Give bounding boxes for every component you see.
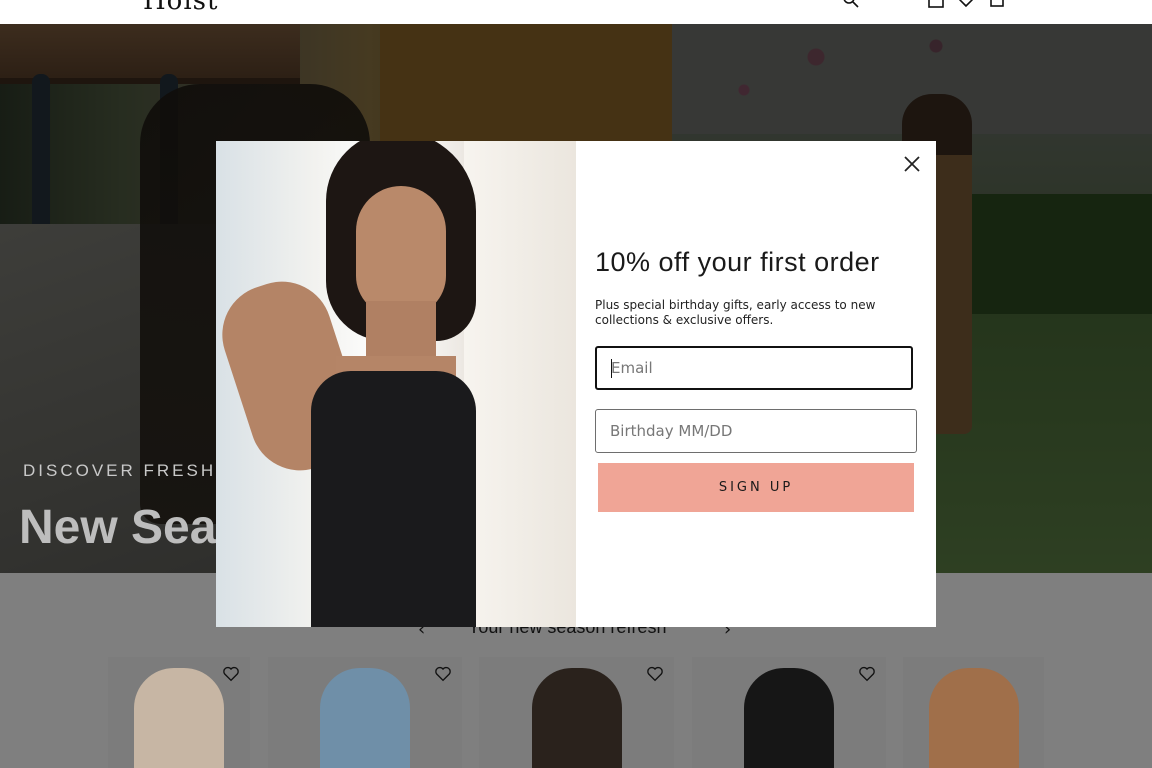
search-icon[interactable] bbox=[843, 0, 859, 8]
modal-title: 10% off your first order bbox=[595, 247, 880, 277]
signup-button[interactable]: SIGN UP bbox=[598, 463, 914, 512]
product-card[interactable] bbox=[692, 657, 886, 768]
model-face-graphic bbox=[356, 186, 446, 316]
modal-image bbox=[216, 141, 576, 627]
heart-icon[interactable] bbox=[646, 665, 664, 683]
heart-icon[interactable] bbox=[222, 665, 240, 683]
product-image bbox=[928, 668, 1019, 768]
product-card[interactable] bbox=[479, 657, 674, 768]
text-cursor bbox=[611, 359, 612, 378]
product-image bbox=[134, 668, 224, 768]
product-image bbox=[744, 668, 834, 768]
heart-icon[interactable] bbox=[434, 665, 452, 683]
account-icon[interactable] bbox=[928, 0, 944, 8]
product-card[interactable] bbox=[268, 657, 462, 768]
site-header: Hoist bbox=[0, 0, 1152, 24]
birthday-field[interactable] bbox=[595, 409, 917, 453]
page: Hoist DISCOVER FRESH SP New Sea ‹ Your n… bbox=[0, 0, 1152, 768]
logo[interactable]: Hoist bbox=[143, 0, 218, 16]
close-icon[interactable] bbox=[900, 152, 924, 176]
hero-title: New Sea bbox=[19, 501, 217, 554]
product-card[interactable] bbox=[108, 657, 250, 768]
backdrop-graphic bbox=[464, 141, 576, 627]
wishlist-icon[interactable] bbox=[958, 0, 974, 8]
product-image bbox=[531, 668, 622, 768]
modal-subtitle: Plus special birthday gifts, early acces… bbox=[595, 298, 876, 327]
product-image bbox=[320, 668, 410, 768]
cart-icon[interactable] bbox=[989, 0, 1005, 8]
email-field[interactable] bbox=[595, 346, 913, 390]
product-card[interactable] bbox=[903, 657, 1044, 768]
heart-icon[interactable] bbox=[858, 665, 876, 683]
bodysuit-graphic bbox=[311, 371, 476, 627]
